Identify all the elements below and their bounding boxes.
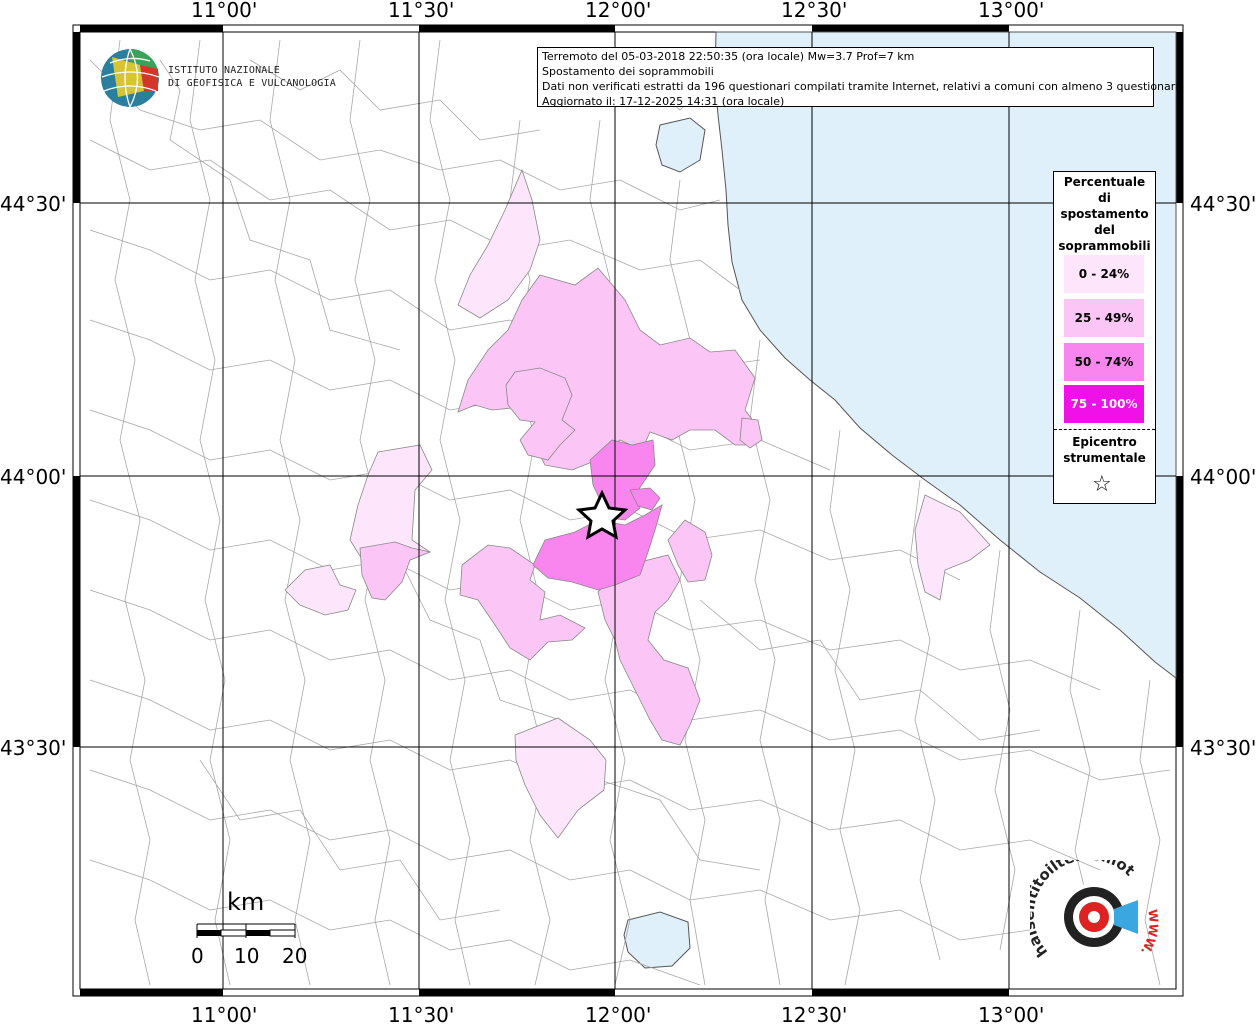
legend-class-0-24: 0 - 24% <box>1064 255 1144 293</box>
lon-label-bottom: 12°00' <box>585 1003 651 1024</box>
lon-label-bottom: 13°00' <box>978 1003 1044 1024</box>
lon-label-bottom: 12°30' <box>781 1003 847 1024</box>
lon-label-bottom: 11°30' <box>388 1003 454 1024</box>
legend-epicentre-line: Epicentro <box>1072 435 1137 449</box>
hsit-www: WWW. <box>1138 909 1161 958</box>
legend-title-line: Percentuale <box>1063 175 1146 189</box>
update-timestamp: Aggiornato il: 17-12-2025 14:31 (ora loc… <box>542 95 785 108</box>
legend-title-line: del <box>1094 223 1115 237</box>
event-title: Terremoto del 05-03-2018 22:50:35 (ora l… <box>542 50 915 63</box>
legend-title-line: di <box>1098 191 1111 205</box>
globe-icon <box>101 48 160 108</box>
lat-label-right: 44°00' <box>1190 465 1256 489</box>
legend-title: Percentuale di spostamento del soprammob… <box>1054 172 1155 254</box>
star-icon: ☆ <box>1092 472 1112 497</box>
legend-title-line: soprammobili <box>1058 239 1151 253</box>
legend-class-label: 50 - 74% <box>1074 355 1134 369</box>
lat-label-left: 44°30' <box>0 192 66 216</box>
legend-class-label: 25 - 49% <box>1074 311 1134 325</box>
lon-label-top: 11°00' <box>191 0 257 22</box>
lon-label-top: 12°00' <box>585 0 651 22</box>
lat-label-right: 43°30' <box>1190 736 1256 760</box>
lon-label-bottom: 11°00' <box>191 1003 257 1024</box>
lon-label-top: 11°30' <box>388 0 454 22</box>
scale-tick: 0 <box>191 944 204 968</box>
ingv-name-line: ISTITUTO NAZIONALE <box>168 65 280 76</box>
legend: Percentuale di spostamento del soprammob… <box>1053 171 1156 504</box>
svg-text:WWW.: WWW. <box>1138 909 1161 958</box>
legend-class-50-74: 50 - 74% <box>1064 343 1144 381</box>
scale-tick: 20 <box>282 944 308 968</box>
event-info-box: Terremoto del 05-03-2018 22:50:35 (ora l… <box>537 47 1182 108</box>
scale-tick: 10 <box>234 944 260 968</box>
ingv-name-line: DI GEOFISICA E VULCANOLOGIA <box>168 78 336 89</box>
legend-class-label: 0 - 24% <box>1078 267 1130 281</box>
legend-class-75-100: 75 - 100% <box>1064 385 1144 423</box>
legend-epicentre: Epicentro strumentale <box>1054 434 1155 466</box>
lat-label-right: 44°30' <box>1190 192 1256 216</box>
legend-divider <box>1054 429 1155 430</box>
legend-title-line: spostamento <box>1060 207 1149 221</box>
lon-label-top: 13°00' <box>978 0 1044 22</box>
ingv-name: ISTITUTO NAZIONALE DI GEOFISICA E VULCAN… <box>168 64 336 90</box>
legend-class-label: 75 - 100% <box>1070 397 1138 411</box>
lon-label-top: 12°30' <box>781 0 847 22</box>
legend-class-25-49: 25 - 49% <box>1064 299 1144 337</box>
lat-label-left: 44°00' <box>0 465 66 489</box>
data-source-note: Dati non verificati estratti da 196 ques… <box>542 80 1182 93</box>
hsit-logo: haisentitoilterremoto.it WWW. <box>1030 860 1161 961</box>
lat-label-left: 43°30' <box>0 736 66 760</box>
legend-epicentre-line: strumentale <box>1063 451 1146 465</box>
map-subject: Spostamento dei soprammobili <box>542 65 714 78</box>
